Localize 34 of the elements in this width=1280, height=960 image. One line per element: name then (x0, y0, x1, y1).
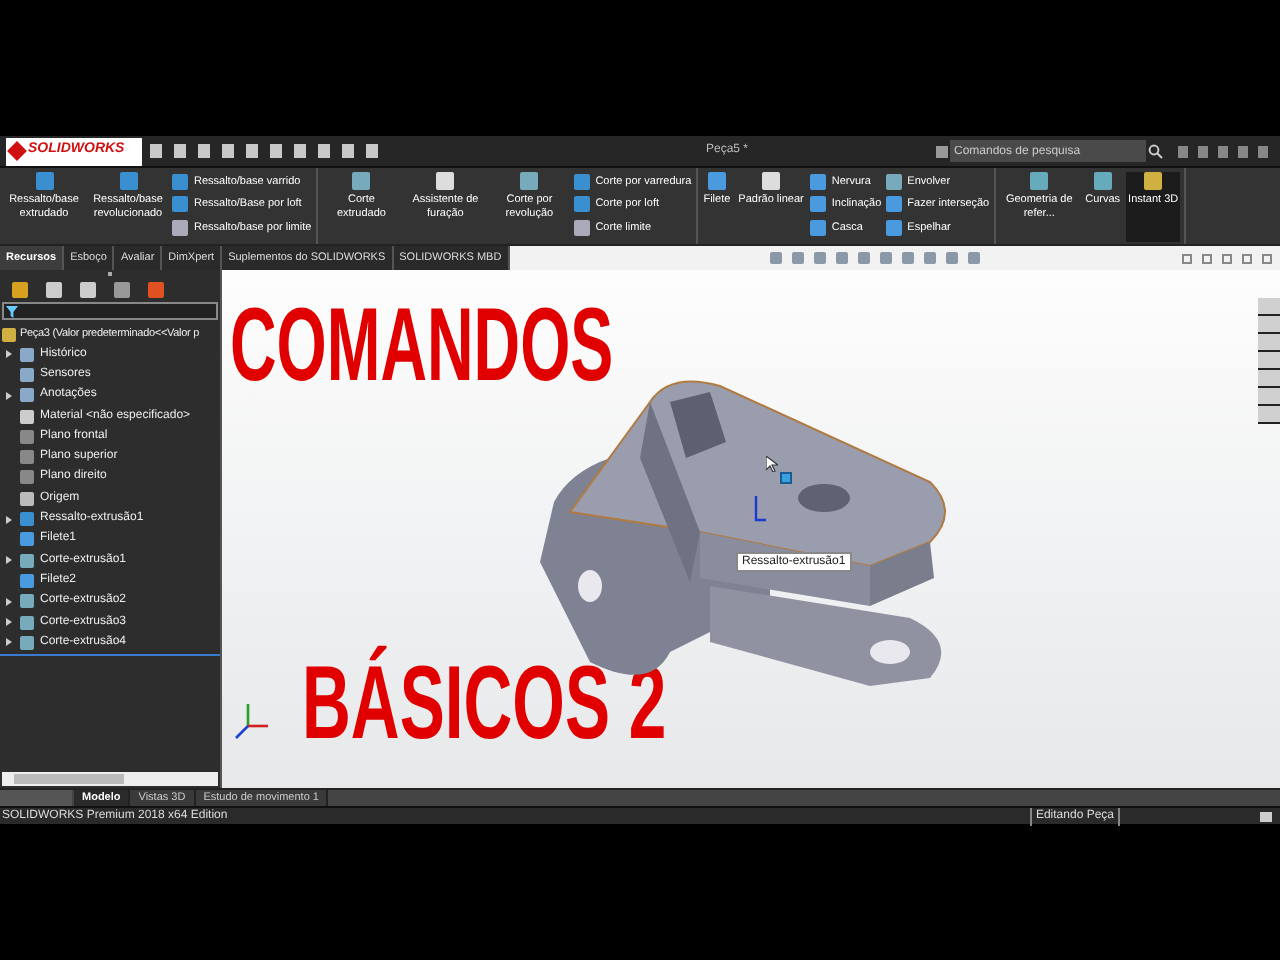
overlay-title: COMANDOS (230, 294, 614, 398)
tool-icon (1144, 172, 1163, 190)
tool-icon (707, 172, 726, 190)
scrollbar[interactable] (2, 772, 218, 786)
part-icon (2, 327, 16, 341)
expand-arrow-icon[interactable] (6, 391, 12, 400)
logo-mark-icon (7, 141, 27, 161)
tool-icon (35, 172, 53, 190)
triad-icon (234, 700, 270, 740)
material-icon (20, 409, 34, 424)
expand-arrow-icon[interactable] (6, 638, 12, 647)
expand-arrow-icon[interactable] (6, 618, 12, 626)
tool-icon (762, 172, 781, 190)
tool-icon (119, 172, 137, 190)
filter-field[interactable] (2, 302, 218, 320)
tool-icon (1093, 172, 1112, 190)
filter-icon (6, 305, 18, 317)
handle-icon[interactable] (780, 472, 792, 484)
cursor-icon (766, 456, 778, 472)
expand-arrow-icon[interactable] (6, 597, 12, 606)
fillet-icon (20, 573, 34, 588)
tool-icon (436, 172, 455, 190)
extrude-icon (20, 512, 34, 527)
cut-icon (20, 553, 34, 568)
expand-arrow-icon[interactable] (6, 515, 12, 524)
expand-arrow-icon[interactable] (6, 350, 12, 359)
status-icon[interactable] (1260, 811, 1272, 821)
tool-icon (1030, 172, 1049, 190)
tool-icon (520, 172, 539, 190)
tool-icon (352, 172, 371, 190)
origin-icon (20, 491, 34, 506)
fillet-icon (20, 532, 34, 547)
search-icon[interactable] (1148, 143, 1164, 159)
expand-arrow-icon[interactable] (6, 556, 12, 565)
